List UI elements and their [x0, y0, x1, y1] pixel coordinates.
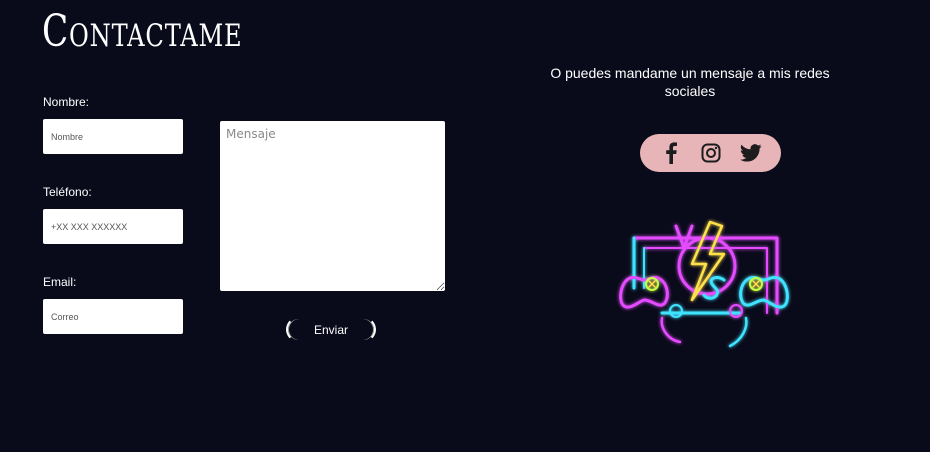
name-label: Nombre: — [43, 95, 90, 109]
neon-versus-logo — [619, 220, 789, 348]
phone-input[interactable] — [43, 209, 183, 244]
instagram-icon[interactable] — [700, 142, 722, 164]
social-text: O puedes mandame un mensaje a mis redes … — [550, 65, 830, 99]
send-button[interactable]: Enviar — [286, 317, 376, 342]
twitter-icon[interactable] — [739, 142, 762, 164]
page-title: Contactame — [42, 6, 243, 57]
email-label: Email: — [43, 275, 77, 289]
phone-label: Teléfono: — [43, 185, 92, 199]
facebook-icon[interactable] — [660, 142, 682, 164]
name-input[interactable] — [43, 119, 183, 154]
social-bar — [640, 134, 781, 172]
message-textarea[interactable] — [220, 121, 445, 291]
email-input[interactable] — [43, 299, 183, 334]
